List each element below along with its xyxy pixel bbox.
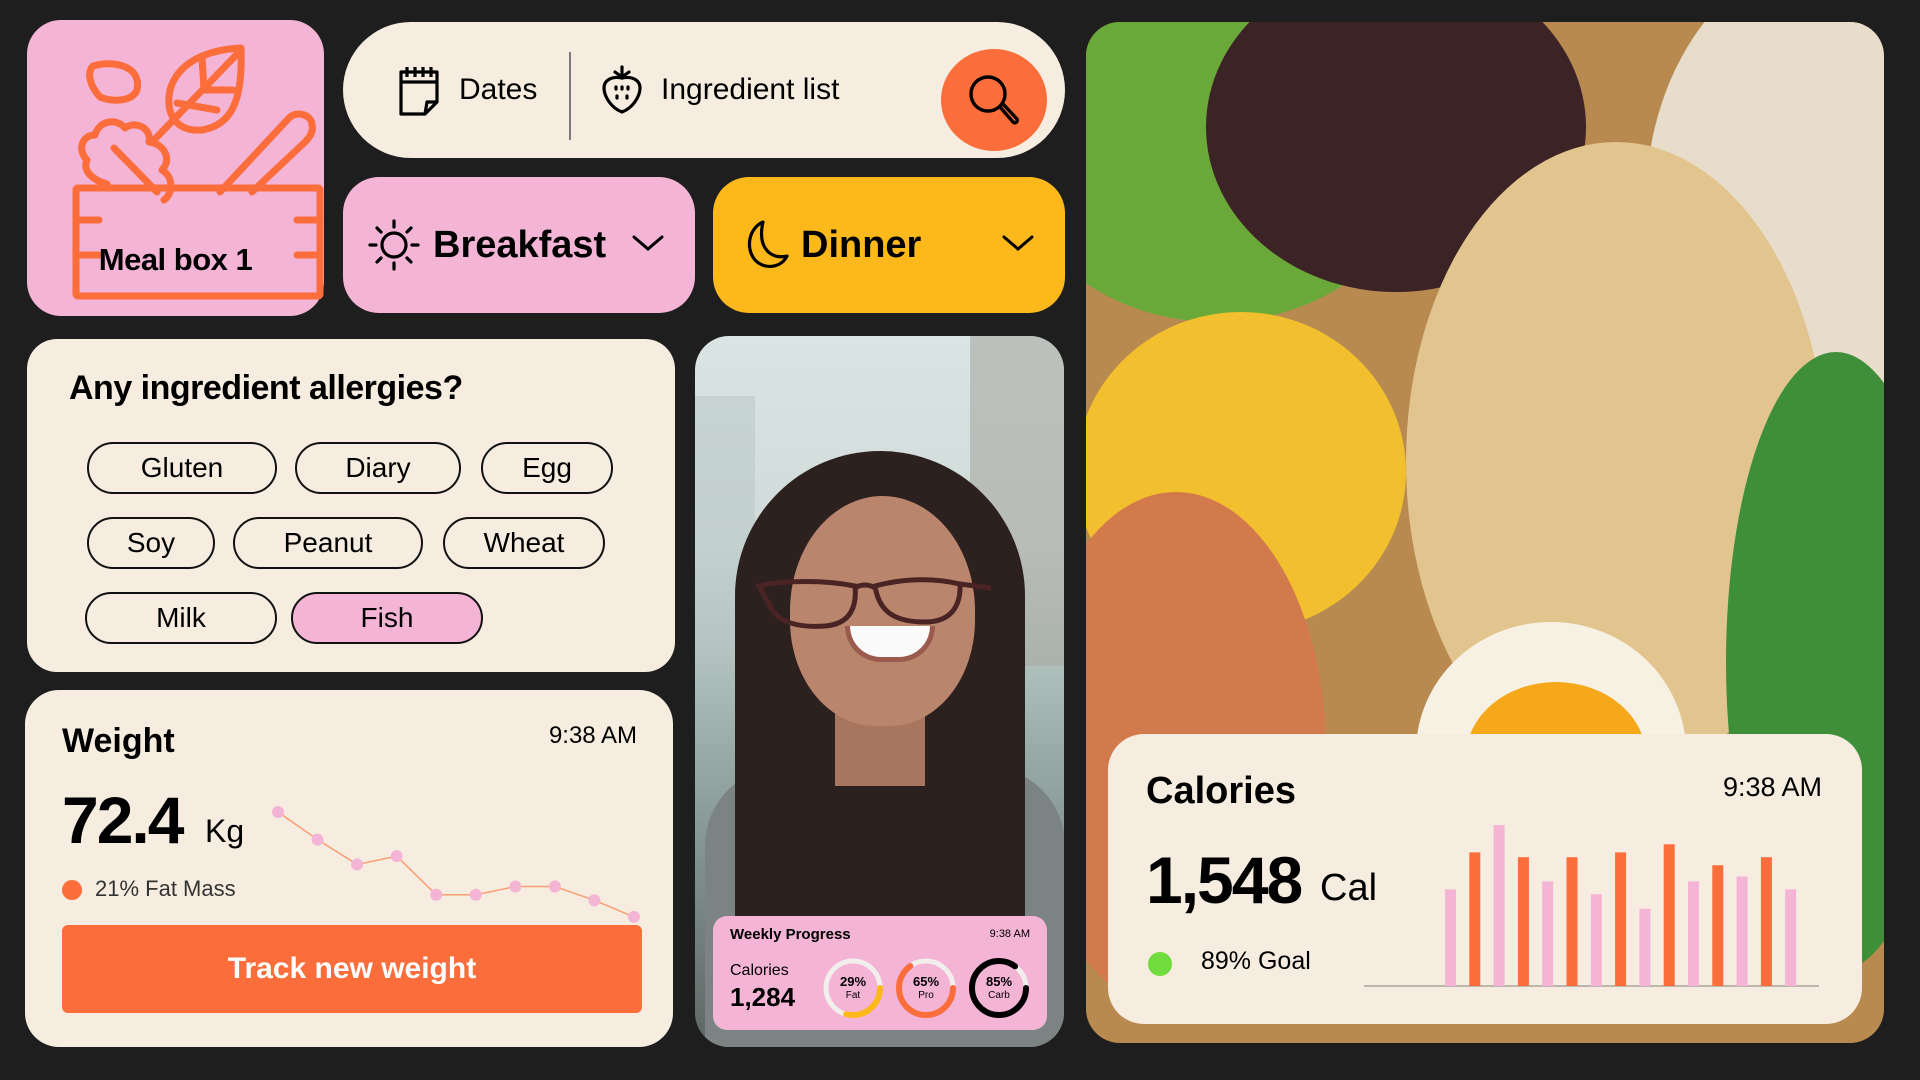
nav-ingredient-list[interactable]: Ingredient list xyxy=(601,22,839,158)
ring-percent: 65% xyxy=(912,974,940,989)
weight-trend-point xyxy=(390,850,403,863)
calorie-bar-1 xyxy=(1445,889,1456,986)
chip-label: Gluten xyxy=(140,452,224,483)
allergy-chip-soy[interactable]: Soy xyxy=(87,517,215,569)
weekly-calories-label: Calories xyxy=(730,962,789,979)
chevron-down-icon xyxy=(1002,235,1034,251)
chevron-down-icon xyxy=(632,235,664,251)
calorie-bar-4 xyxy=(1517,857,1529,986)
meal-box-label: Meal box 1 xyxy=(98,242,253,277)
chip-label: Wheat xyxy=(483,527,565,558)
weight-trend-point xyxy=(509,880,522,893)
ingredient-list-label: Ingredient list xyxy=(661,73,840,106)
calorie-bar-12 xyxy=(1712,865,1724,986)
allergy-chip-wheat[interactable]: Wheat xyxy=(443,517,605,569)
allergy-title: Any ingredient allergies? xyxy=(69,369,463,407)
calorie-bar-13 xyxy=(1736,876,1748,986)
ring-label: Fat xyxy=(845,990,861,1001)
dates-label: Dates xyxy=(459,73,538,106)
weight-trend-point xyxy=(469,888,482,901)
breakfast-dropdown[interactable]: Breakfast xyxy=(343,177,695,313)
allergy-chip-milk[interactable]: Milk xyxy=(85,592,277,644)
weight-trend-point xyxy=(311,833,324,846)
track-new-weight-button[interactable]: Track new weight xyxy=(62,925,642,1013)
moon-icon xyxy=(747,220,789,268)
strawberry-icon xyxy=(602,65,642,114)
chip-label: Diary xyxy=(345,452,411,483)
weight-trend-point xyxy=(628,910,640,923)
calorie-bar-3 xyxy=(1493,825,1505,986)
meal-box-card[interactable]: Meal box 1 xyxy=(27,20,324,316)
calorie-bar-11 xyxy=(1688,881,1699,986)
weight-trend-point xyxy=(430,888,443,901)
chip-label: Peanut xyxy=(283,527,373,558)
dinner-label: Dinner xyxy=(801,223,922,266)
dinner-dropdown[interactable]: Dinner xyxy=(713,177,1065,313)
ring-percent: 29% xyxy=(839,974,867,989)
weight-trend-point xyxy=(588,894,601,907)
weight-trend-point xyxy=(272,806,284,818)
breakfast-label: Breakfast xyxy=(433,223,607,266)
weight-card: Weight 9:38 AM 72.4 Kg 21% Fat Mass Trac… xyxy=(25,690,673,1047)
chip-label: Fish xyxy=(360,602,414,633)
carb-ring: 85% Carb xyxy=(967,956,1031,1020)
search-icon xyxy=(969,75,1019,125)
allergy-chip-diary[interactable]: Diary xyxy=(295,442,461,494)
calorie-bar-14 xyxy=(1760,857,1772,986)
weekly-progress-widget: Weekly Progress 9:38 AM Calories 1,284 2… xyxy=(713,916,1047,1030)
nav-divider xyxy=(569,52,571,140)
calorie-bar-6 xyxy=(1566,857,1578,986)
weekly-progress-time: 9:38 AM xyxy=(989,928,1030,940)
allergy-chip-peanut[interactable]: Peanut xyxy=(233,517,423,569)
chip-label: Milk xyxy=(156,602,206,633)
search-button[interactable] xyxy=(941,49,1047,151)
allergy-chip-egg[interactable]: Egg xyxy=(481,442,613,494)
calorie-bar-2 xyxy=(1469,852,1481,986)
top-nav-bar: Dates Ingredient list xyxy=(343,22,1065,158)
ring-label: Carb xyxy=(988,990,1010,1001)
calories-bar-chart xyxy=(1364,825,1819,987)
weight-trend-point xyxy=(351,858,364,871)
calorie-bar-15 xyxy=(1785,889,1797,986)
weekly-calories-value: 1,284 xyxy=(730,982,796,1012)
calendar-icon xyxy=(399,67,439,116)
nav-dates[interactable]: Dates xyxy=(397,22,537,158)
allergy-card: Any ingredient allergies? Gluten Diary E… xyxy=(27,339,675,672)
calorie-bar-7 xyxy=(1590,894,1602,986)
calories-card: Calories 9:38 AM 1,548 Cal 89% Goal xyxy=(1108,734,1862,1024)
chip-label: Egg xyxy=(522,452,572,483)
ring-label: Pro xyxy=(918,990,934,1001)
fat-ring: 29% Fat xyxy=(821,956,885,1020)
protein-ring: 65% Pro xyxy=(894,956,958,1020)
weight-trend-point xyxy=(548,880,561,893)
calorie-bar-8 xyxy=(1615,852,1627,986)
calorie-bar-5 xyxy=(1542,881,1554,986)
calorie-bar-10 xyxy=(1663,844,1675,986)
sun-icon xyxy=(368,219,420,271)
calorie-bar-9 xyxy=(1639,908,1651,986)
weekly-progress-title: Weekly Progress xyxy=(730,926,851,943)
weight-trend-line xyxy=(277,811,635,918)
chip-label: Soy xyxy=(126,527,176,558)
allergy-chip-gluten[interactable]: Gluten xyxy=(87,442,277,494)
ring-percent: 85% xyxy=(985,974,1013,989)
allergy-chip-fish[interactable]: Fish xyxy=(291,592,483,644)
